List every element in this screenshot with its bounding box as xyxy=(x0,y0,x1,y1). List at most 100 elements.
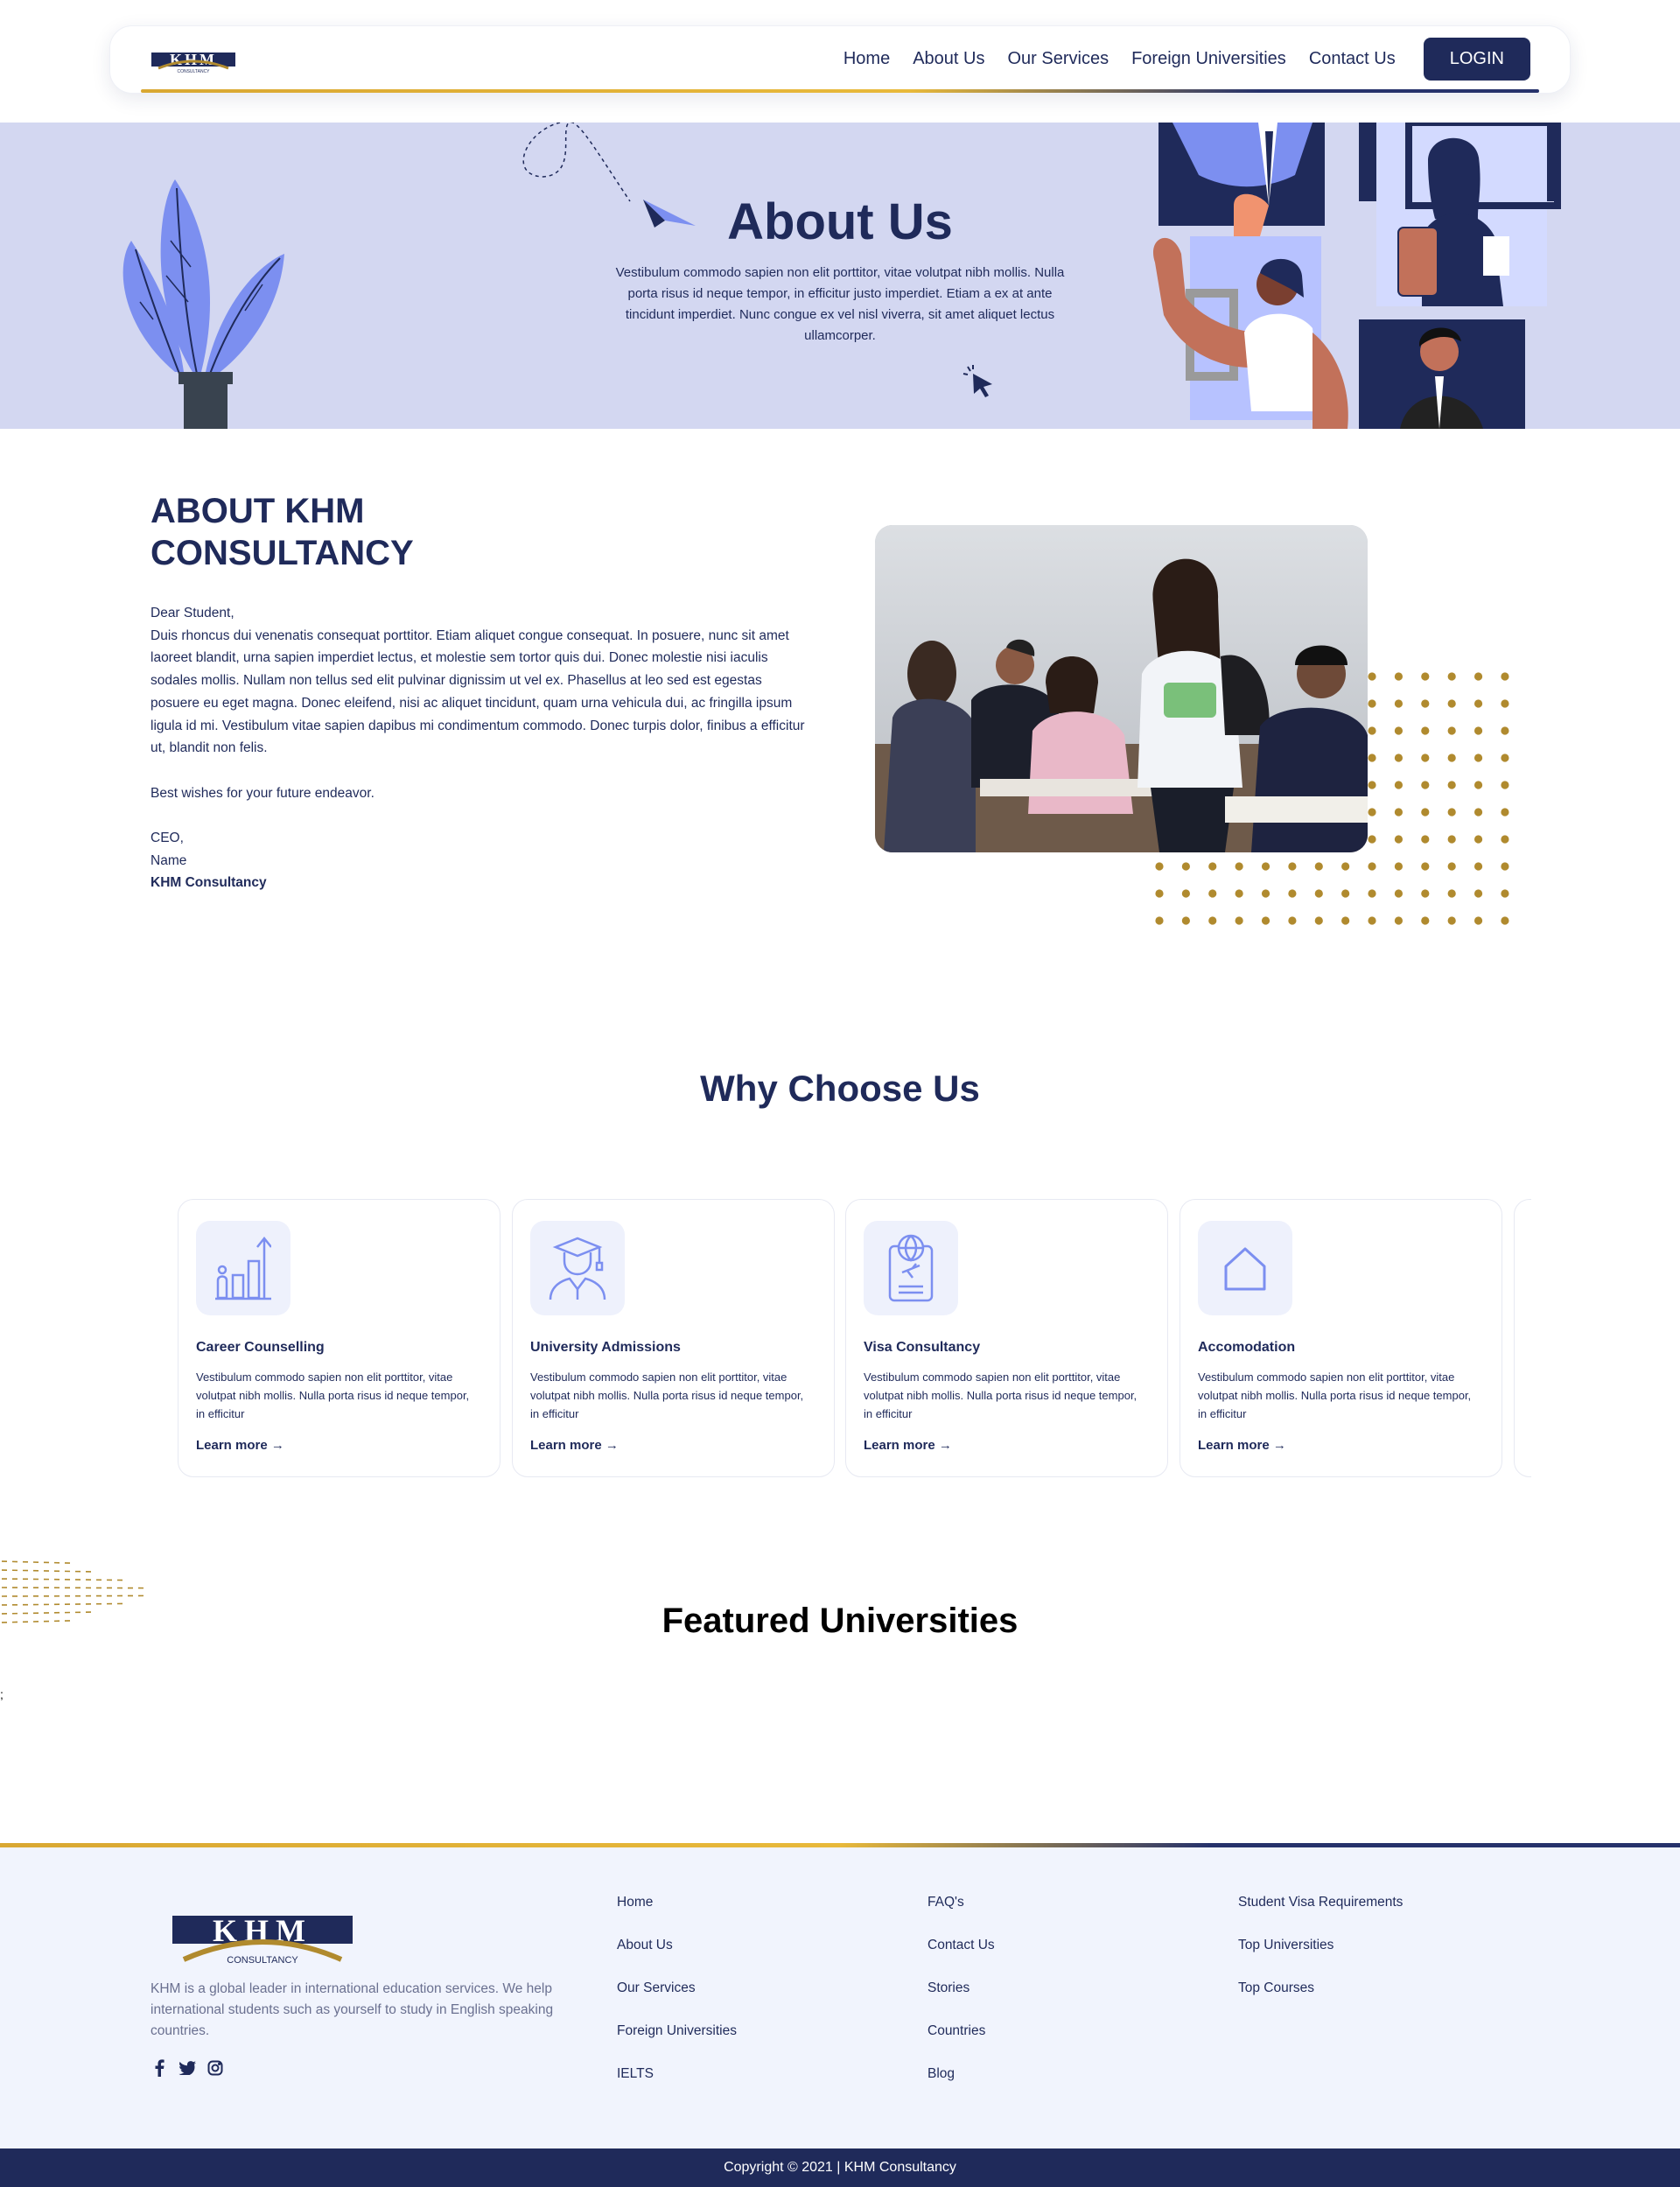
service-card-accomodation[interactable]: Accomodation Vestibulum commodo sapien n… xyxy=(1180,1199,1502,1477)
footer-link-about-us[interactable]: About Us xyxy=(617,1935,737,1978)
nav-our-services[interactable]: Our Services xyxy=(1007,49,1109,69)
footer-khm-logo[interactable]: KHM CONSULTANCY xyxy=(171,1909,354,1966)
dot xyxy=(1501,808,1509,817)
dot xyxy=(1501,726,1509,735)
footer-link-ielts[interactable]: IELTS xyxy=(617,2064,737,2106)
dot xyxy=(1421,862,1430,871)
dot xyxy=(1474,726,1483,735)
dot xyxy=(1394,862,1404,871)
learn-more-link[interactable]: Learn more → xyxy=(196,1438,284,1453)
nav-home[interactable]: Home xyxy=(844,49,890,69)
dot xyxy=(1368,889,1376,898)
dot xyxy=(1501,862,1509,871)
dot xyxy=(1501,916,1509,925)
learn-more-link[interactable]: Learn more → xyxy=(1198,1438,1286,1453)
arrow-right-icon: → xyxy=(1272,1438,1286,1453)
service-card-career-counselling[interactable]: Career Counselling Vestibulum commodo sa… xyxy=(178,1199,500,1477)
dot xyxy=(1288,916,1297,925)
house-icon xyxy=(1224,1247,1266,1291)
nav-foreign-universities[interactable]: Foreign Universities xyxy=(1131,49,1286,69)
dot xyxy=(1447,699,1456,708)
dot xyxy=(1421,699,1430,708)
dot xyxy=(1368,726,1376,735)
footer-link-top-universities[interactable]: Top Universities xyxy=(1238,1935,1403,1978)
footer-gradient-line xyxy=(0,1843,1680,1847)
card-title: Career Counselling xyxy=(196,1340,325,1355)
logo-sub: CONSULTANCY xyxy=(177,69,210,74)
dot xyxy=(1314,862,1323,871)
footer-link-faqs[interactable]: FAQ's xyxy=(928,1892,995,1935)
dot xyxy=(1341,889,1350,898)
logo-brand: KHM xyxy=(170,51,217,68)
footer-column-2: FAQ's Contact Us Stories Countries Blog xyxy=(928,1892,995,2106)
dot xyxy=(1155,889,1164,898)
twitter-icon[interactable] xyxy=(178,2059,196,2077)
dot xyxy=(1394,726,1404,735)
card-text: Vestibulum commodo sapien non elit portt… xyxy=(864,1370,1138,1420)
stray-text: ; xyxy=(0,1687,4,1701)
instagram-icon[interactable] xyxy=(206,2059,224,2077)
signature-company: KHM Consultancy xyxy=(150,875,267,891)
dot xyxy=(1368,754,1376,762)
dot xyxy=(1261,862,1270,871)
learn-more-label: Learn more xyxy=(864,1438,935,1453)
dot xyxy=(1501,699,1509,708)
footer: KHM CONSULTANCY KHM is a global leader i… xyxy=(0,1843,1680,2149)
footer-column-3: Student Visa Requirements Top Universiti… xyxy=(1238,1892,1403,2021)
nav-contact-us[interactable]: Contact Us xyxy=(1309,49,1396,69)
why-choose-title: Why Choose Us xyxy=(700,1068,980,1109)
nav-links: Home About Us Our Services Foreign Unive… xyxy=(844,38,1530,81)
nav-about-us[interactable]: About Us xyxy=(913,49,984,69)
dot xyxy=(1368,699,1376,708)
featured-universities-title: Featured Universities xyxy=(662,1602,1018,1640)
login-button[interactable]: LOGIN xyxy=(1423,38,1530,81)
dot xyxy=(1235,862,1243,871)
learn-more-label: Learn more xyxy=(1198,1438,1270,1453)
letter-body: Duis rhoncus dui venenatis consequat por… xyxy=(150,627,805,756)
cursor-icon xyxy=(962,365,992,397)
social-links xyxy=(150,2059,224,2077)
navbar: KHM CONSULTANCY Home About Us Our Servic… xyxy=(109,25,1571,94)
signature-role: CEO, xyxy=(150,831,184,845)
learn-more-link[interactable]: Learn more → xyxy=(864,1438,952,1453)
dot xyxy=(1181,889,1190,898)
dot xyxy=(1288,889,1297,898)
dot xyxy=(1341,862,1350,871)
learn-more-link[interactable]: Learn more → xyxy=(530,1438,619,1453)
dot xyxy=(1155,916,1164,925)
hero-text: Vestibulum commodo sapien non elit portt… xyxy=(615,265,1065,343)
footer-link-stories[interactable]: Stories xyxy=(928,1978,995,2021)
dot xyxy=(1368,862,1376,871)
dot xyxy=(1341,916,1350,925)
dot xyxy=(1288,862,1297,871)
dot xyxy=(1394,699,1404,708)
footer-link-countries[interactable]: Countries xyxy=(928,2021,995,2064)
khm-logo[interactable]: KHM CONSULTANCY xyxy=(150,46,237,74)
card-text: Vestibulum commodo sapien non elit portt… xyxy=(1198,1370,1472,1420)
dot xyxy=(1394,781,1404,789)
footer-link-foreign-universities[interactable]: Foreign Universities xyxy=(617,2021,737,2064)
footer-link-contact-us[interactable]: Contact Us xyxy=(928,1935,995,1978)
footer-link-student-visa-requirements[interactable]: Student Visa Requirements xyxy=(1238,1892,1403,1935)
dot xyxy=(1474,781,1483,789)
dot xyxy=(1447,808,1456,817)
dot xyxy=(1474,862,1483,871)
footer-link-blog[interactable]: Blog xyxy=(928,2064,995,2106)
dot xyxy=(1394,889,1404,898)
card-icon-box xyxy=(864,1221,958,1315)
arrow-right-icon: → xyxy=(938,1438,952,1453)
dot xyxy=(1155,862,1164,871)
dot xyxy=(1421,672,1430,681)
footer-link-top-courses[interactable]: Top Courses xyxy=(1238,1978,1403,2021)
service-card-university-admissions[interactable]: University Admissions Vestibulum commodo… xyxy=(512,1199,835,1477)
facebook-icon[interactable] xyxy=(150,2059,168,2077)
service-card-visa-consultancy[interactable]: Visa Consultancy Vestibulum commodo sapi… xyxy=(845,1199,1168,1477)
footer-link-our-services[interactable]: Our Services xyxy=(617,1978,737,2021)
dot xyxy=(1181,916,1190,925)
service-card-partial[interactable] xyxy=(1514,1199,1531,1477)
copyright-bar: Copyright © 2021 | KHM Consultancy xyxy=(0,2148,1680,2187)
dot xyxy=(1261,889,1270,898)
footer-link-home[interactable]: Home xyxy=(617,1892,737,1935)
dot xyxy=(1421,781,1430,789)
dot xyxy=(1421,726,1430,735)
